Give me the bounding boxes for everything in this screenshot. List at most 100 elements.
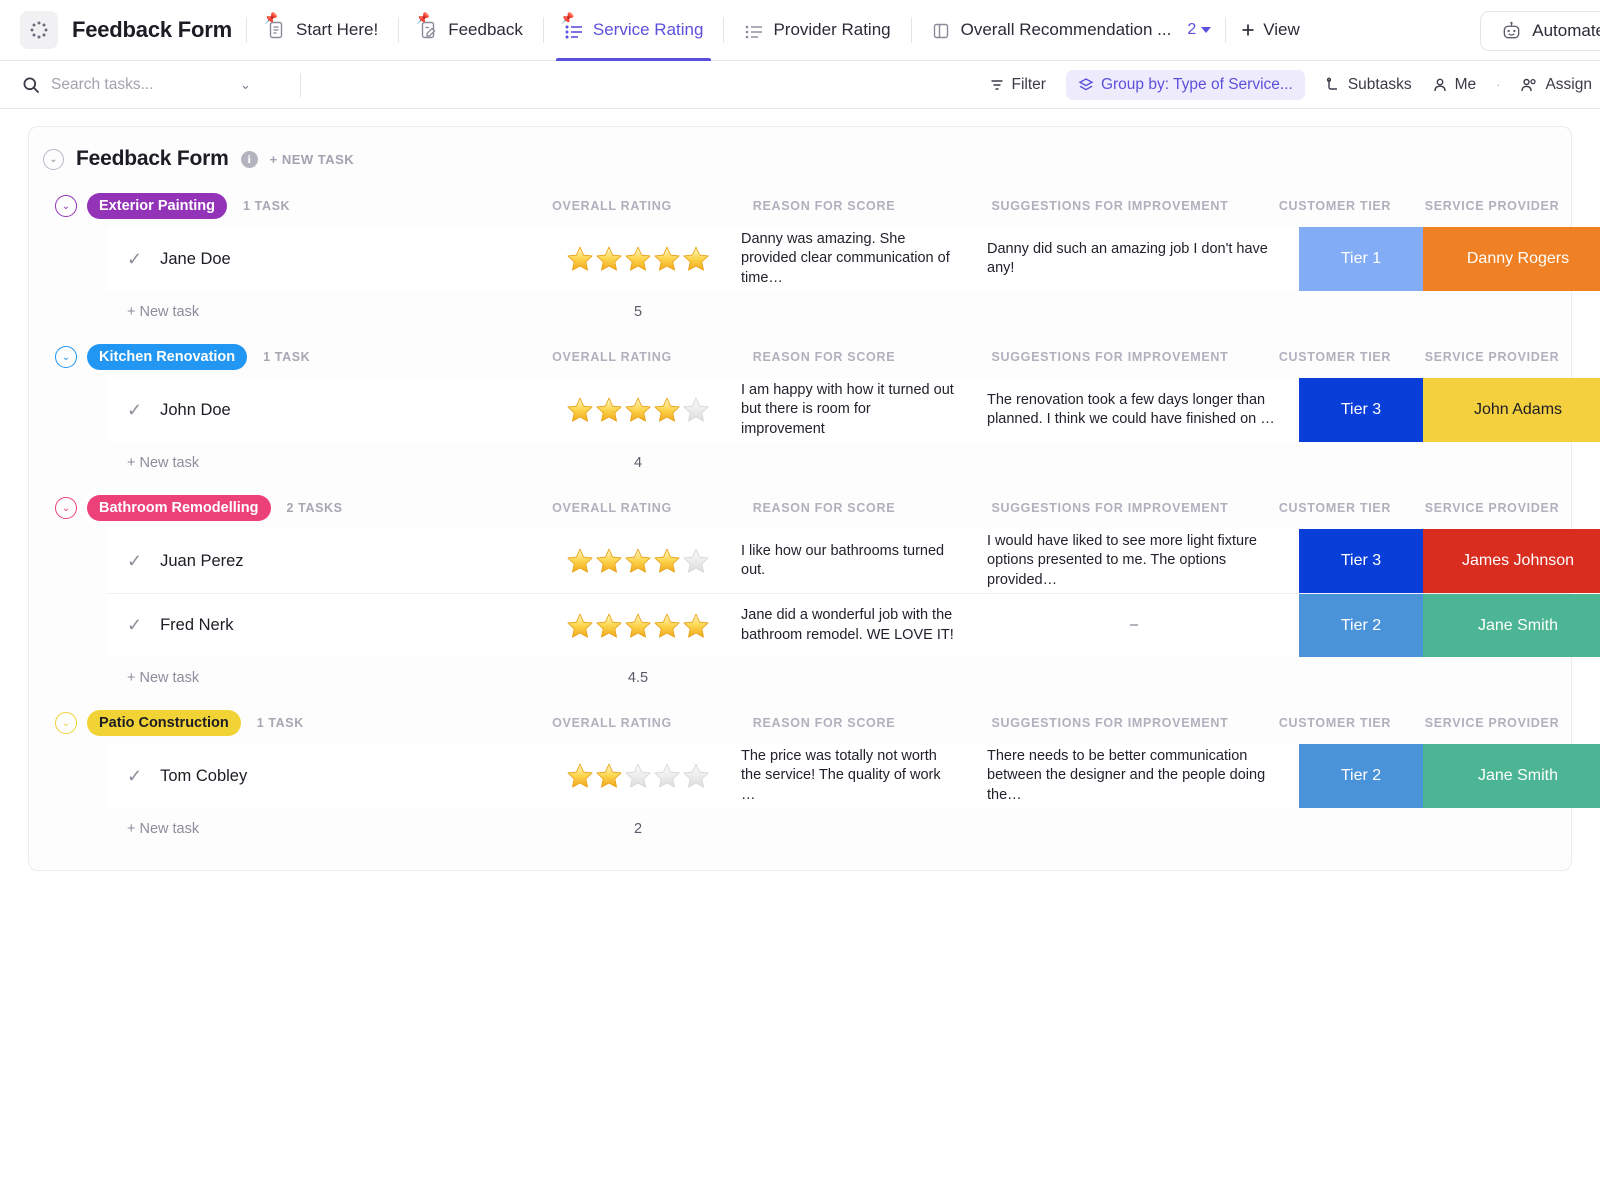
tab-provider-rating[interactable]: Provider Rating bbox=[738, 0, 896, 61]
subtasks-button[interactable]: Subtasks bbox=[1325, 76, 1412, 94]
column-header-overall-rating[interactable]: OVERALL RATING bbox=[523, 350, 701, 364]
rating-aggregate: 2 bbox=[549, 821, 727, 837]
task-complete-check-icon[interactable]: ✓ bbox=[127, 615, 142, 636]
service-provider-cell[interactable]: John Adams bbox=[1423, 378, 1600, 442]
column-header-reason-for-score[interactable]: REASON FOR SCORE bbox=[701, 501, 947, 515]
divider bbox=[246, 17, 247, 43]
new-task-top-button[interactable]: + NEW TASK bbox=[270, 152, 355, 167]
group-badge[interactable]: Bathroom Remodelling bbox=[87, 495, 271, 521]
column-header-suggestions[interactable]: SUGGESTIONS FOR IMPROVEMENT bbox=[947, 350, 1273, 364]
column-header-reason-for-score[interactable]: REASON FOR SCORE bbox=[701, 716, 947, 730]
divider bbox=[723, 17, 724, 43]
column-header-reason-for-score[interactable]: REASON FOR SCORE bbox=[701, 199, 947, 213]
table-row[interactable]: ✓Fred Nerk Jane did a wonderful job with … bbox=[107, 593, 1571, 657]
column-header-overall-rating[interactable]: OVERALL RATING bbox=[523, 501, 701, 515]
column-header-overall-rating[interactable]: OVERALL RATING bbox=[523, 716, 701, 730]
tab-overall-recommendation[interactable]: Overall Recommendation ... bbox=[926, 0, 1178, 61]
task-name-cell[interactable]: ✓ Jane Doe bbox=[107, 227, 549, 291]
collapse-group-icon[interactable]: ⌄ bbox=[55, 195, 77, 217]
column-header-service-provider[interactable]: SERVICE PROVIDER bbox=[1397, 199, 1587, 213]
task-name-cell[interactable]: ✓Juan Perez bbox=[107, 529, 549, 593]
column-header-overall-rating[interactable]: OVERALL RATING bbox=[523, 199, 701, 213]
add-task-button[interactable]: + New task bbox=[107, 821, 199, 837]
service-provider-cell[interactable]: Danny Rogers bbox=[1423, 227, 1600, 291]
column-header-service-provider[interactable]: SERVICE PROVIDER bbox=[1397, 501, 1587, 515]
tab-feedback[interactable]: 📌 Feedback bbox=[413, 0, 529, 61]
star-empty-icon bbox=[682, 396, 710, 424]
overall-rating-cell[interactable] bbox=[549, 594, 727, 657]
column-header-service-provider[interactable]: SERVICE PROVIDER bbox=[1397, 716, 1587, 730]
group-badge[interactable]: Patio Construction bbox=[87, 710, 241, 736]
star-filled-icon bbox=[682, 612, 710, 640]
info-icon[interactable]: i bbox=[241, 151, 258, 168]
suggestions-cell[interactable]: – bbox=[973, 594, 1299, 657]
overall-rating-cell[interactable] bbox=[549, 529, 727, 593]
reason-for-score-cell[interactable]: The price was totally not worth the serv… bbox=[727, 744, 973, 808]
task-complete-check-icon[interactable]: ✓ bbox=[127, 249, 142, 270]
reason-for-score-cell[interactable]: I like how our bathrooms turned out. bbox=[727, 529, 973, 593]
collapse-group-icon[interactable]: ⌄ bbox=[55, 497, 77, 519]
reason-for-score-cell[interactable]: I am happy with how it turned out but th… bbox=[727, 378, 973, 442]
customer-tier-cell[interactable]: Tier 3 bbox=[1299, 378, 1423, 442]
overall-rating-cell[interactable] bbox=[549, 227, 727, 291]
search-input[interactable] bbox=[51, 76, 229, 94]
table-row[interactable]: ✓Juan Perez I like how our bathrooms turn… bbox=[107, 529, 1571, 593]
collapse-list-icon[interactable]: ⌄ bbox=[43, 149, 64, 170]
add-task-button[interactable]: + New task bbox=[107, 455, 199, 471]
search-chevron-down-icon[interactable]: ⌄ bbox=[240, 77, 251, 93]
filter-button[interactable]: Filter bbox=[989, 76, 1046, 94]
column-header-suggestions[interactable]: SUGGESTIONS FOR IMPROVEMENT bbox=[947, 501, 1273, 515]
suggestions-cell[interactable]: There needs to be better communication b… bbox=[973, 744, 1299, 808]
add-task-button[interactable]: + New task bbox=[107, 670, 199, 686]
task-complete-check-icon[interactable]: ✓ bbox=[127, 400, 142, 421]
reason-for-score-cell[interactable]: Jane did a wonderful job with the bathro… bbox=[727, 594, 973, 657]
collapse-group-icon[interactable]: ⌄ bbox=[55, 346, 77, 368]
task-name-cell[interactable]: ✓Tom Cobley bbox=[107, 744, 549, 808]
service-provider-cell[interactable]: Jane Smith bbox=[1423, 594, 1600, 657]
overall-rating-cell[interactable] bbox=[549, 378, 727, 442]
group-rows: ✓John Doe I am happy with how it turned o… bbox=[107, 378, 1571, 442]
customer-tier-cell[interactable]: Tier 1 bbox=[1299, 227, 1423, 291]
column-header-service-provider[interactable]: SERVICE PROVIDER bbox=[1397, 350, 1587, 364]
task-complete-check-icon[interactable]: ✓ bbox=[127, 551, 142, 572]
me-filter-button[interactable]: Me bbox=[1432, 76, 1477, 94]
column-header-suggestions[interactable]: SUGGESTIONS FOR IMPROVEMENT bbox=[947, 716, 1273, 730]
collapse-group-icon[interactable]: ⌄ bbox=[55, 712, 77, 734]
add-view-button[interactable]: View bbox=[1240, 20, 1300, 40]
column-header-reason-for-score[interactable]: REASON FOR SCORE bbox=[701, 350, 947, 364]
suggestions-cell[interactable]: Danny did such an amazing job I don't ha… bbox=[973, 227, 1299, 291]
task-complete-check-icon[interactable]: ✓ bbox=[127, 766, 142, 787]
tab-start-here[interactable]: 📌 Start Here! bbox=[261, 0, 384, 61]
column-header-customer-tier[interactable]: CUSTOMER TIER bbox=[1273, 501, 1397, 515]
suggestions-cell[interactable]: I would have liked to see more light fix… bbox=[973, 529, 1299, 593]
group-badge[interactable]: Kitchen Renovation bbox=[87, 344, 247, 370]
table-row[interactable]: ✓ Jane Doe Danny was amazing. She provided… bbox=[107, 227, 1571, 291]
automate-button[interactable]: Automate bbox=[1480, 11, 1600, 51]
task-name: Jane Doe bbox=[160, 250, 231, 269]
service-provider-cell[interactable]: James Johnson bbox=[1423, 529, 1600, 593]
group-by-button[interactable]: Group by: Type of Service... bbox=[1066, 70, 1305, 100]
task-name-cell[interactable]: ✓Fred Nerk bbox=[107, 594, 549, 657]
column-header-customer-tier[interactable]: CUSTOMER TIER bbox=[1273, 716, 1397, 730]
reason-for-score-cell[interactable]: Danny was amazing. She provided clear co… bbox=[727, 227, 973, 291]
task-name-cell[interactable]: ✓John Doe bbox=[107, 378, 549, 442]
column-header-customer-tier[interactable]: CUSTOMER TIER bbox=[1273, 350, 1397, 364]
customer-tier-cell[interactable]: Tier 2 bbox=[1299, 744, 1423, 808]
add-task-button[interactable]: + New task bbox=[107, 304, 199, 320]
column-header-suggestions[interactable]: SUGGESTIONS FOR IMPROVEMENT bbox=[947, 199, 1273, 213]
table-row[interactable]: ✓Tom Cobley The price was totally not wor… bbox=[107, 744, 1571, 808]
table-row[interactable]: ✓John Doe I am happy with how it turned o… bbox=[107, 378, 1571, 442]
customer-tier-cell[interactable]: Tier 3 bbox=[1299, 529, 1423, 593]
search-box[interactable]: ⌄ bbox=[22, 76, 284, 94]
clickup-dots-icon[interactable] bbox=[20, 11, 58, 49]
overall-rating-cell[interactable] bbox=[549, 744, 727, 808]
group-rows: ✓Tom Cobley The price was totally not wor… bbox=[107, 744, 1571, 808]
suggestions-cell[interactable]: The renovation took a few days longer th… bbox=[973, 378, 1299, 442]
group-badge[interactable]: Exterior Painting bbox=[87, 193, 227, 219]
column-header-customer-tier[interactable]: CUSTOMER TIER bbox=[1273, 199, 1397, 213]
customer-tier-cell[interactable]: Tier 2 bbox=[1299, 594, 1423, 657]
service-provider-cell[interactable]: Jane Smith bbox=[1423, 744, 1600, 808]
assignees-button[interactable]: Assign bbox=[1520, 76, 1592, 94]
tab-service-rating[interactable]: 📌 Service Rating bbox=[558, 0, 710, 61]
hidden-views-count[interactable]: 2 bbox=[1187, 21, 1211, 39]
